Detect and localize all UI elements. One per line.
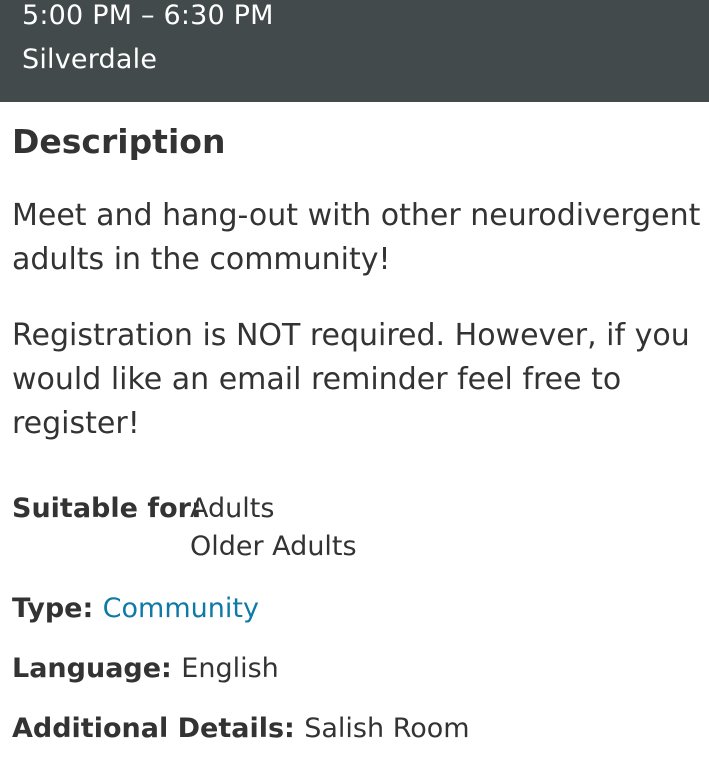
language-row: Language: English [12, 650, 279, 688]
description-heading: Description [12, 122, 226, 161]
description-paragraph: Registration is NOT required. However, i… [12, 318, 690, 441]
type-link[interactable]: Community [103, 593, 259, 624]
event-location: Silverdale [22, 44, 158, 75]
suitable-for-item: Older Adults [190, 531, 357, 562]
suitable-for-label: Suitable for: [12, 493, 202, 524]
additional-details-label: Additional Details: [12, 713, 305, 744]
type-row: Type: Community [12, 590, 259, 628]
suitable-for-list: Adults Older Adults [190, 490, 357, 566]
additional-details-value: Salish Room [304, 713, 470, 744]
event-header: 5:00 PM – 6:30 PM Silverdale [0, 0, 709, 102]
event-time: 5:00 PM – 6:30 PM [22, 0, 274, 31]
type-label: Type: [12, 593, 103, 624]
language-label: Language: [12, 653, 182, 684]
description-paragraph: Meet and hang-out with other neurodiverg… [12, 198, 701, 277]
language-value: English [181, 653, 279, 684]
additional-details-row: Additional Details: Salish Room [12, 710, 470, 748]
suitable-for-item: Adults [190, 493, 275, 524]
suitable-for-row: Suitable for: [12, 490, 202, 528]
